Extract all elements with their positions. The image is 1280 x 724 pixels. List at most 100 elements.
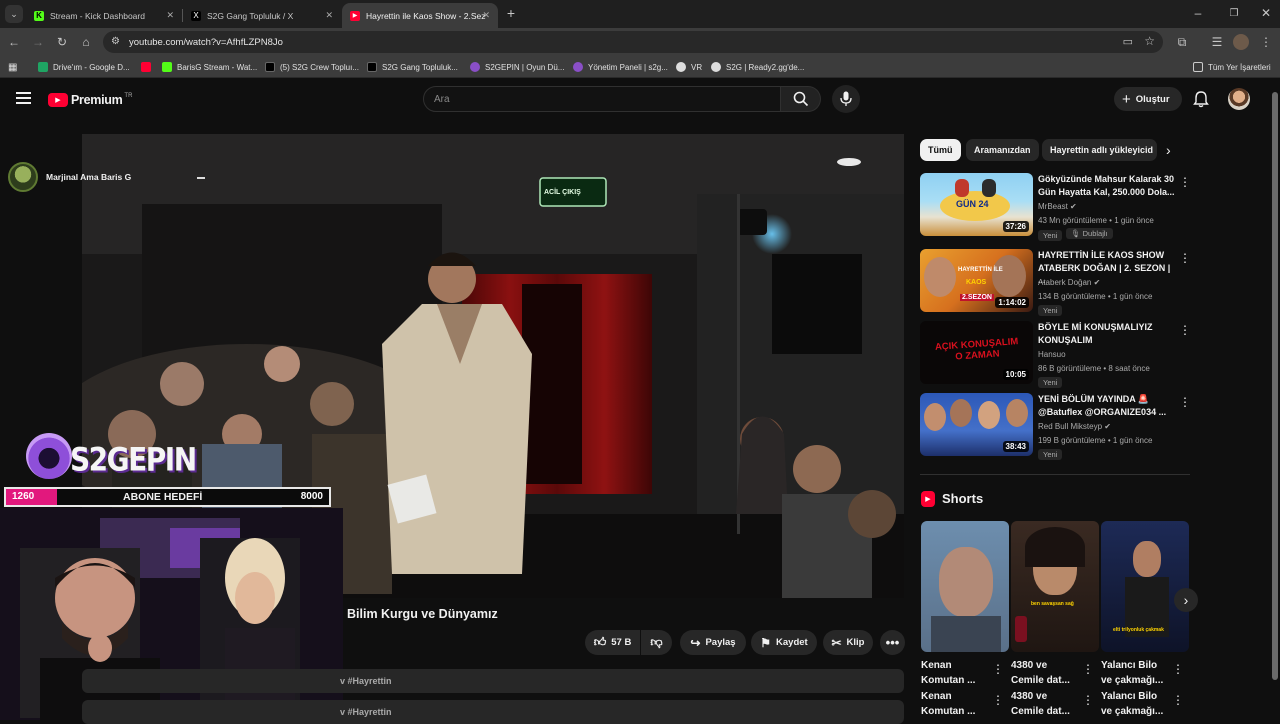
dislike-button[interactable]: 👎︎ (641, 630, 672, 655)
video-thumbnail[interactable]: HAYRETTİN İLE KAOS 2.SEZON 1:14:02 (920, 249, 1033, 312)
bookmark-s2g-gang[interactable]: S2G Gang Topluluk... (367, 60, 458, 74)
bookmark-label: Tüm Yer İşaretleri (1208, 62, 1271, 72)
tab-search-button[interactable]: ⌄ (5, 5, 23, 23)
tab-kick-dashboard[interactable]: K Stream - Kick Dashboard ✕ (26, 3, 183, 28)
notifications-bell-icon[interactable] (1192, 90, 1210, 108)
chip-uploader[interactable]: Hayrettin adlı yükleyicid (1042, 139, 1157, 161)
short-title[interactable]: Yalancı Bilo ve çakmağı... (1101, 658, 1163, 688)
minimize-icon[interactable]: – (1190, 5, 1206, 21)
profile-avatar-icon[interactable] (1233, 34, 1249, 50)
chips-next-chevron-icon[interactable]: › (1166, 142, 1171, 158)
s2gepin-icon (573, 62, 583, 72)
site-info-icon[interactable]: ⚙ (111, 36, 120, 47)
short-thumbnail[interactable]: elti trilyonluk çakmak (1101, 521, 1189, 652)
clip-button[interactable]: ✂ Klip (823, 630, 873, 655)
restore-icon[interactable]: ❐ (1226, 5, 1242, 21)
share-label: Paylaş (705, 637, 736, 648)
bookmark-ready2gg[interactable]: S2G | Ready2.gg'de... (711, 60, 804, 74)
new-badge: Yeni (1038, 449, 1063, 460)
reload-icon[interactable]: ↻ (54, 34, 70, 50)
thumb-text: AÇIK KONUŞALIM O ZAMAN (934, 336, 1019, 363)
bookmark-star-icon[interactable]: ☆ (1144, 34, 1155, 48)
short-title[interactable]: Kenan Komutan ... (921, 689, 975, 719)
extensions-icon[interactable]: ⧉ (1174, 34, 1190, 50)
short-title[interactable]: Yalancı Bilo ve çakmağı... (1101, 689, 1163, 719)
bookmark-youtube[interactable] (141, 60, 156, 74)
menu-kebab-icon[interactable]: ⋮ (1258, 34, 1274, 50)
more-options-icon[interactable]: ⋮ (1172, 662, 1184, 676)
more-options-icon[interactable]: ⋮ (1172, 693, 1184, 707)
rec-channel[interactable]: Ataberk Doğan ✔ (1038, 278, 1100, 287)
short-title[interactable]: 4380 ve Cemile dat... (1011, 689, 1070, 719)
more-options-icon[interactable]: ⋮ (992, 693, 1004, 707)
cast-icon[interactable]: ▭ (1123, 35, 1133, 48)
search-button[interactable] (781, 86, 821, 112)
all-bookmarks[interactable]: Tüm Yer İşaretleri (1193, 60, 1271, 74)
video-thumbnail[interactable]: GÜN 24 37:26 (920, 173, 1033, 236)
recommendation-item[interactable]: GÜN 24 37:26 Gökyüzünde Mahsur Kalarak 3… (920, 173, 1191, 241)
video-thumbnail[interactable]: 38:43 (920, 393, 1033, 456)
close-window-icon[interactable]: ✕ (1258, 5, 1274, 21)
more-options-icon[interactable]: ⋮ (992, 662, 1004, 676)
more-options-icon[interactable]: ⋮ (1082, 662, 1094, 676)
address-bar[interactable]: ⚙ youtube.com/watch?v=AfhfLZPN8Jo ▭ ☆ (103, 31, 1163, 53)
chip-from-search[interactable]: Aramanızdan (966, 139, 1039, 161)
more-options-icon[interactable]: ⋮ (1082, 693, 1094, 707)
bookmark-s2gepin[interactable]: S2GEPIN | Oyun Dü... (470, 60, 564, 74)
rec-title[interactable]: BÖYLE Mİ KONUŞMALIYIZ KONUŞALIM (1038, 321, 1176, 346)
reading-list-icon[interactable]: ☰ (1209, 34, 1225, 50)
home-icon[interactable]: ⌂ (78, 34, 94, 50)
chip-all[interactable]: Tümü (920, 139, 961, 161)
account-avatar[interactable] (1228, 88, 1250, 110)
bookmark-vr[interactable]: VR (676, 60, 702, 74)
recommendation-item[interactable]: 38:43 YENİ BÖLÜM YAYINDA 🚨 @Batuflex @OR… (920, 393, 1191, 460)
rec-channel[interactable]: Hansuo (1038, 350, 1066, 359)
description-row[interactable]: v #Hayrettin (82, 669, 904, 693)
logo-country: TR (124, 92, 133, 99)
rec-channel[interactable]: Red Bull Miksteyp ✔ (1038, 422, 1111, 431)
thumb-text: GÜN 24 (956, 199, 989, 209)
back-arrow-icon[interactable]: ← (6, 34, 22, 50)
new-tab-plus-icon[interactable]: + (503, 5, 519, 21)
more-options-icon[interactable]: ⋮ (1179, 323, 1191, 337)
like-button[interactable]: 👍︎ 57 B (585, 630, 640, 655)
bookmark-drive[interactable]: Drive'ım - Google D... (38, 60, 130, 74)
youtube-logo[interactable]: ▶ Premium TR (48, 92, 132, 108)
search-input[interactable]: Ara (423, 86, 781, 112)
more-options-icon[interactable]: ⋮ (1179, 395, 1191, 409)
more-options-icon[interactable]: ⋮ (1179, 251, 1191, 265)
tab-youtube-video[interactable]: ▶ Hayrettin ile Kaos Show - 2.Sez ✕ (342, 3, 498, 28)
bookmark-yonetim[interactable]: Yönetim Paneli | s2g... (573, 60, 668, 74)
share-button[interactable]: ↪ Paylaş (680, 630, 746, 655)
rec-title[interactable]: YENİ BÖLÜM YAYINDA 🚨 @Batuflex @ORGANIZE… (1038, 393, 1176, 418)
recommendation-item[interactable]: AÇIK KONUŞALIM O ZAMAN 10:05 BÖYLE Mİ KO… (920, 321, 1191, 388)
bookmark-s2g-crew[interactable]: (5) S2G Crew Topluı... (265, 60, 359, 74)
save-button[interactable]: ⚑ Kaydet (751, 630, 817, 655)
bookmark-label: Drive'ım - Google D... (53, 62, 130, 72)
tab-close-icon[interactable]: ✕ (166, 10, 174, 21)
recommendation-item[interactable]: HAYRETTİN İLE KAOS 2.SEZON 1:14:02 HAYRE… (920, 249, 1191, 316)
description-row[interactable]: v #Hayrettin (82, 700, 904, 724)
short-thumbnail[interactable]: ben savaşsan sağ (1011, 521, 1099, 652)
rec-channel[interactable]: MrBeast ✔ (1038, 202, 1077, 211)
hamburger-menu-icon[interactable] (16, 92, 31, 104)
shorts-next-button[interactable]: › (1174, 588, 1198, 612)
more-options-icon[interactable]: ⋮ (1179, 175, 1191, 189)
short-title[interactable]: Kenan Komutan ... (921, 658, 975, 688)
more-actions-button[interactable]: ••• (880, 630, 905, 655)
tab-close-icon[interactable]: ✕ (482, 10, 490, 21)
tab-s2g-x[interactable]: X S2G Gang Topluluk / X ✕ (183, 3, 341, 28)
apps-grid-icon[interactable]: ▦ (8, 60, 17, 74)
create-button[interactable]: + Oluştur (1114, 87, 1182, 111)
rec-title[interactable]: Gökyüzünde Mahsur Kalarak 30 Gün Hayatta… (1038, 173, 1176, 198)
voice-search-button[interactable] (832, 85, 860, 113)
tab-label: Stream - Kick Dashboard (50, 10, 145, 21)
bookmark-barisg[interactable]: BarisG Stream - Wat... (162, 60, 257, 74)
scrollbar-thumb[interactable] (1272, 92, 1278, 680)
forward-arrow-icon[interactable]: → (30, 34, 46, 50)
thumbs-up-icon: 👍︎ (593, 635, 607, 649)
short-title[interactable]: 4380 ve Cemile dat... (1011, 658, 1070, 688)
short-thumbnail[interactable] (921, 521, 1009, 652)
video-thumbnail[interactable]: AÇIK KONUŞALIM O ZAMAN 10:05 (920, 321, 1033, 384)
tab-close-icon[interactable]: ✕ (325, 10, 333, 21)
